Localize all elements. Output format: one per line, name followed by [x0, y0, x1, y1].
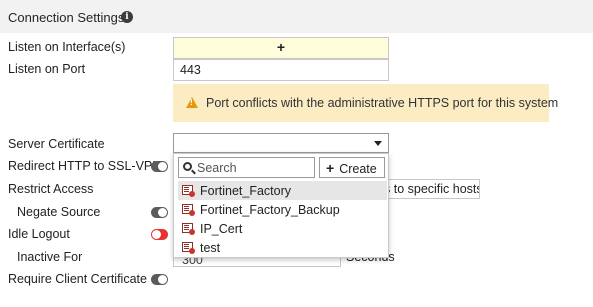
certificate-option-label: Fortinet_Factory [200, 184, 292, 198]
restrict-access-specific-hosts-option[interactable]: s to specific hosts [380, 179, 480, 199]
toggle-knob [158, 162, 167, 171]
search-input[interactable] [197, 159, 309, 176]
certificate-option[interactable]: test [178, 238, 387, 257]
listen-interface-add-field[interactable]: + [173, 37, 389, 59]
create-button[interactable]: + Create [319, 157, 385, 178]
redirect-http-label: Redirect HTTP to SSL-VPN [8, 159, 162, 173]
warning-text: Port conflicts with the administrative H… [206, 96, 559, 110]
redirect-http-toggle[interactable] [151, 161, 168, 172]
negate-source-toggle[interactable] [151, 207, 168, 218]
listen-port-label: Listen on Port [8, 62, 86, 76]
server-certificate-label: Server Certificate [8, 137, 105, 151]
toggle-knob [158, 275, 167, 284]
search-icon [183, 162, 192, 171]
certificate-icon [182, 223, 195, 235]
restrict-access-label: Restrict Access [8, 182, 94, 196]
server-certificate-select[interactable] [173, 133, 389, 153]
certificate-icon [182, 185, 195, 197]
section-title: Connection Settings [8, 10, 125, 25]
dropdown-search[interactable] [178, 157, 315, 178]
warning-triangle-icon [186, 97, 198, 108]
idle-logout-toggle[interactable] [151, 229, 168, 240]
require-client-cert-label: Require Client Certificate [8, 272, 147, 286]
toggle-knob [158, 208, 167, 217]
certificate-option[interactable]: Fortinet_Factory_Backup [178, 200, 387, 219]
caret-down-icon [374, 141, 382, 146]
certificate-option[interactable]: Fortinet_Factory [178, 181, 387, 200]
plus-icon: + [326, 159, 335, 176]
certificate-icon [182, 242, 195, 254]
create-label: Create [339, 161, 377, 176]
listen-port-value: 443 [180, 63, 201, 77]
listen-interface-label: Listen on Interface(s) [8, 40, 126, 54]
connection-settings-header: Connection Settings i [0, 0, 593, 33]
listen-port-input[interactable]: 443 [173, 59, 389, 81]
restrict-option-label: s to specific hosts [384, 182, 480, 196]
plus-icon: + [276, 39, 286, 55]
info-circle-icon[interactable]: i [121, 11, 133, 23]
inactive-for-label: Inactive For [17, 250, 83, 264]
certificate-option-label: test [200, 241, 221, 255]
port-conflict-warning: Port conflicts with the administrative H… [173, 84, 558, 122]
certificate-option-label: Fortinet_Factory_Backup [200, 203, 340, 217]
server-certificate-dropdown: + Create Fortinet_Factory Fortinet_Factor… [173, 153, 389, 258]
require-client-cert-toggle[interactable] [151, 274, 168, 285]
certificate-option[interactable]: IP_Cert [178, 219, 387, 238]
idle-logout-label: Idle Logout [8, 227, 70, 241]
certificate-option-label: IP_Cert [200, 222, 243, 236]
negate-source-label: Negate Source [17, 205, 101, 219]
toggle-knob [152, 230, 161, 239]
certificate-icon [182, 204, 195, 216]
